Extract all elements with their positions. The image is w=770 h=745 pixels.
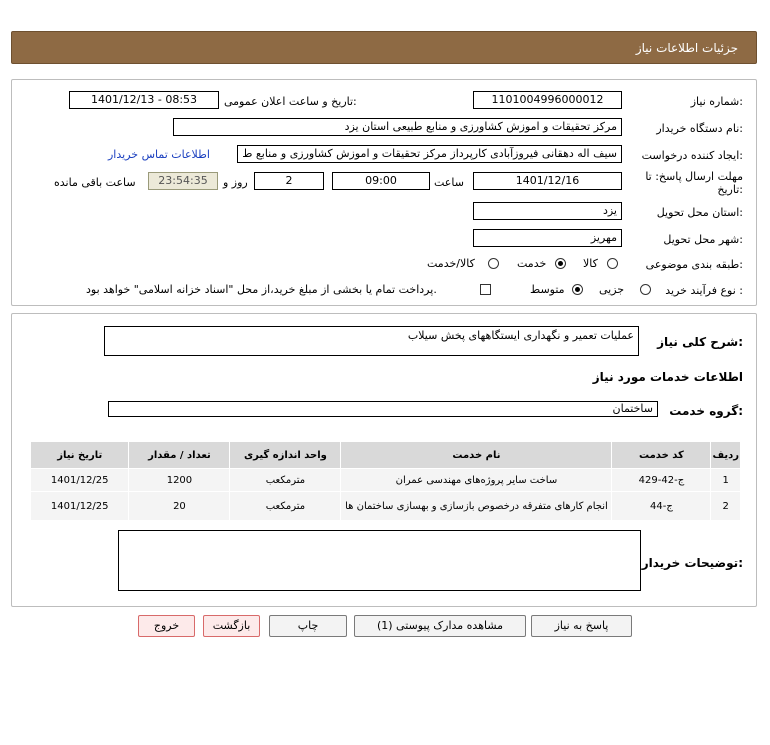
category-option-goods-service: کالا/خدمت — [427, 257, 475, 270]
province-field: یزد — [473, 202, 622, 220]
cell-need-date: 1401/12/25 — [29, 468, 130, 492]
cell-quantity: 1200 — [128, 468, 231, 492]
requester-label: ایجاد کننده درخواست: — [641, 149, 743, 162]
category-radio-goods-service[interactable] — [488, 258, 499, 269]
exit-button[interactable]: خروج — [138, 615, 195, 637]
table-row: 2 ج-44 انجام کارهای متفرقه درخصوص بازساز… — [29, 491, 741, 521]
process-radio-minor[interactable] — [640, 284, 651, 295]
services-heading: اطلاعات خدمات مورد نیاز — [592, 370, 743, 384]
deadline-label-1: مهلت ارسال پاسخ: تا — [645, 170, 743, 183]
back-button[interactable]: بازگشت — [203, 615, 260, 637]
print-button[interactable]: چاپ — [269, 615, 347, 637]
col-header-service-code: کد خدمت — [611, 441, 712, 469]
process-radio-medium[interactable] — [572, 284, 583, 295]
deadline-date-field: 1401/12/16 — [473, 172, 622, 190]
process-option-minor: جزیی — [599, 283, 625, 296]
days-field: 2 — [254, 172, 324, 190]
days-label: روز و — [223, 176, 248, 189]
cell-row-number: 1 — [710, 468, 741, 492]
summary-label: شرح کلی نیاز: — [657, 335, 743, 349]
province-label: استان محل تحویل: — [656, 206, 743, 219]
buyer-notes-label: توضیحات خریدار: — [641, 556, 743, 570]
table-header-row: ردیف کد خدمت نام خدمت واحد اندازه گیری ت… — [29, 441, 741, 469]
category-option-service: خدمت — [517, 257, 547, 270]
category-radio-service[interactable] — [555, 258, 566, 269]
page-title: جزئیات اطلاعات نیاز — [635, 41, 738, 55]
category-label: طبقه بندی موضوعی: — [645, 258, 743, 271]
city-field: مهریز — [473, 229, 622, 247]
reply-button[interactable]: پاسخ به نیاز — [531, 615, 632, 637]
announce-label: تاریخ و ساعت اعلان عمومی: — [224, 95, 357, 108]
cell-need-date: 1401/12/25 — [29, 491, 130, 521]
process-option-medium: متوسط — [530, 283, 565, 296]
col-header-unit: واحد اندازه گیری — [229, 441, 342, 469]
process-label: نوع فرآیند خرید : — [665, 284, 743, 297]
deadline-time-field: 09:00 — [332, 172, 430, 190]
cell-service-name: ساخت سایر پروژه‌های مهندسی عمران — [340, 468, 613, 492]
cell-quantity: 20 — [128, 491, 231, 521]
buyer-org-label: نام دستگاه خریدار: — [656, 122, 743, 135]
view-attachments-button[interactable]: مشاهده مدارک پیوستی (1) — [354, 615, 526, 637]
service-group-label: گروه خدمت: — [669, 404, 743, 418]
category-radio-goods[interactable] — [607, 258, 618, 269]
cell-unit: مترمکعب — [229, 491, 342, 521]
table-row: 1 ج-42-429 ساخت سایر پروژه‌های مهندسی عم… — [29, 468, 741, 492]
requester-field: سیف اله دهقانی فیروزآبادی کارپرداز مرکز … — [237, 145, 622, 163]
buyer-org-field: مرکز تحقیقات و اموزش کشاورزی و منابع طبی… — [173, 118, 622, 136]
buyer-notes-field — [118, 530, 641, 591]
col-header-row-number: ردیف — [710, 441, 741, 469]
need-info-panel — [11, 79, 757, 306]
remaining-time-label: ساعت باقی مانده — [54, 176, 136, 189]
cell-row-number: 2 — [710, 491, 741, 521]
announce-field: 1401/12/13 - 08:53 — [69, 91, 219, 109]
services-table: ردیف کد خدمت نام خدمت واحد اندازه گیری ت… — [29, 441, 741, 521]
page-header: جزئیات اطلاعات نیاز — [11, 31, 757, 64]
col-header-service-name: نام خدمت — [340, 441, 613, 469]
treasury-payment-note: پرداخت تمام یا بخشی از مبلغ خرید،از محل … — [86, 283, 437, 296]
city-label: شهر محل تحویل: — [663, 233, 743, 246]
need-number-field: 1101004996000012 — [473, 91, 622, 109]
need-number-label: شماره نیاز: — [690, 95, 743, 108]
remaining-time-field: 23:54:35 — [148, 172, 218, 190]
col-header-need-date: تاریخ نیاز — [29, 441, 130, 469]
cell-service-code: ج-42-429 — [611, 468, 712, 492]
deadline-time-label: ساعت — [434, 176, 464, 189]
cell-service-code: ج-44 — [611, 491, 712, 521]
col-header-quantity: تعداد / مقدار — [128, 441, 231, 469]
deadline-label-2: تاریخ: — [717, 183, 743, 196]
cell-service-name: انجام کارهای متفرقه درخصوص بازسازی و بهس… — [340, 491, 613, 521]
category-option-goods: کالا — [583, 257, 598, 270]
contact-buyer-link[interactable]: اطلاعات تماس خریدار — [108, 148, 210, 161]
cell-unit: مترمکعب — [229, 468, 342, 492]
summary-field: عملیات تعمیر و نگهداری ایستگاههای پخش سی… — [104, 326, 639, 356]
service-group-field: ساختمان — [108, 401, 658, 417]
treasury-payment-checkbox[interactable] — [480, 284, 491, 295]
